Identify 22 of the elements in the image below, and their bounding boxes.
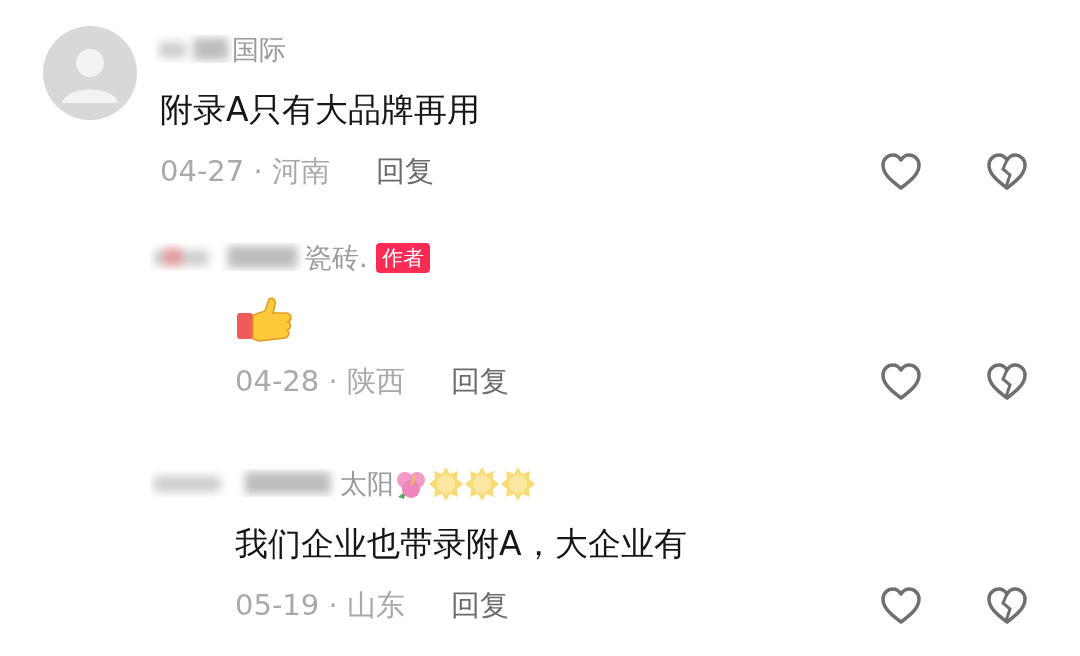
reply-link[interactable]: 回复 bbox=[450, 362, 509, 402]
username[interactable]: 国际 bbox=[232, 32, 286, 68]
date-location: 04-28 · 陕西 bbox=[235, 363, 405, 400]
sun-icon bbox=[500, 466, 536, 502]
heart-icon[interactable] bbox=[879, 152, 923, 192]
date-location: 05-19 · 山东 bbox=[235, 587, 405, 624]
broken-heart-icon[interactable] bbox=[985, 586, 1029, 626]
comment-text: 附录A只有大品牌再用 bbox=[160, 90, 481, 130]
heart-icon[interactable] bbox=[879, 362, 923, 402]
comment-text: 我们企业也带录附A，大企业有 bbox=[235, 524, 688, 564]
reply-link[interactable]: 回复 bbox=[450, 586, 509, 626]
author-badge: 作者 bbox=[375, 243, 430, 273]
broken-heart-icon[interactable] bbox=[985, 152, 1029, 192]
heart-icon[interactable] bbox=[879, 586, 923, 626]
sun-icon bbox=[464, 466, 500, 502]
username[interactable]: 太阳 bbox=[340, 466, 394, 502]
sun-icon bbox=[428, 466, 464, 502]
username[interactable]: 瓷砖. bbox=[305, 240, 368, 276]
broken-heart-icon[interactable] bbox=[985, 362, 1029, 402]
thumbs-up-icon bbox=[235, 297, 295, 343]
date-location: 04-27 · 河南 bbox=[160, 153, 330, 190]
reply-link[interactable]: 回复 bbox=[375, 152, 434, 192]
